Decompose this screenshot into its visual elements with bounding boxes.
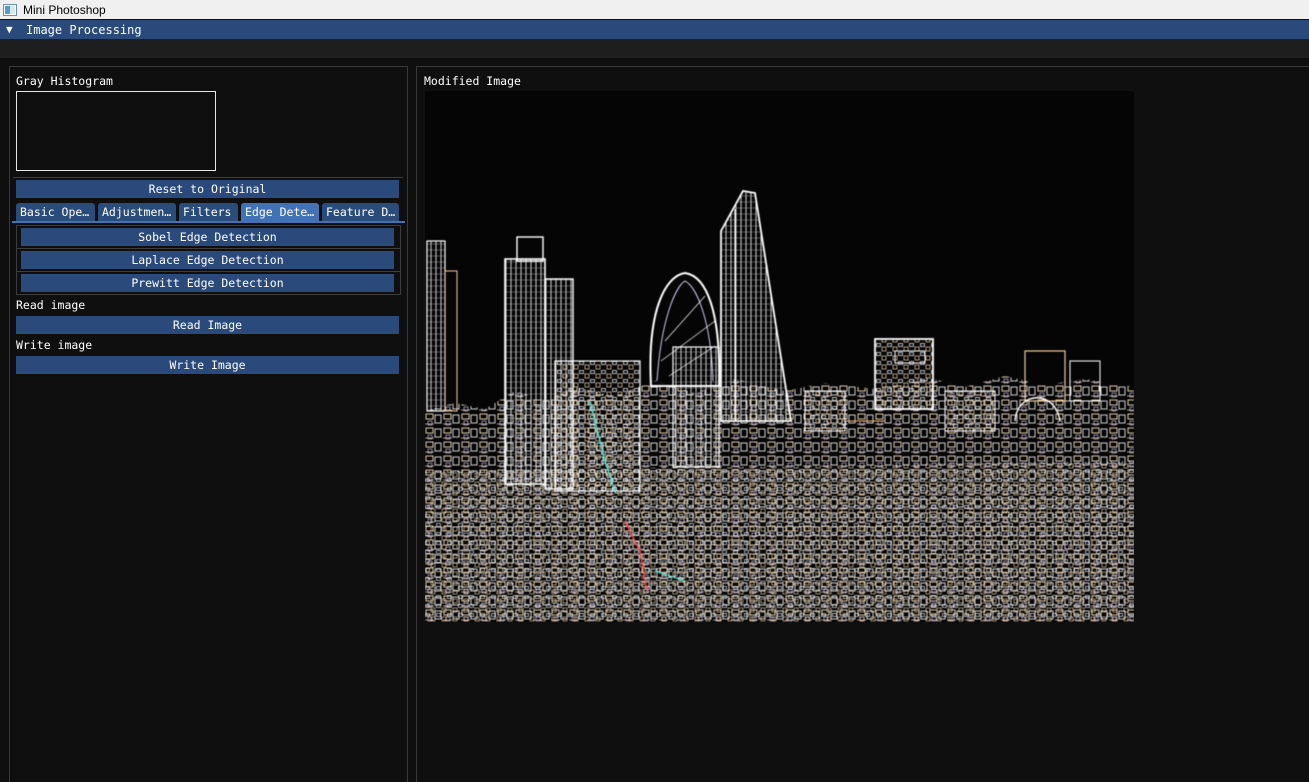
reset-to-original-button[interactable]: Reset to Original xyxy=(16,180,399,198)
laplace-edge-detection-button[interactable]: Laplace Edge Detection xyxy=(21,251,394,269)
controls-panel: Gray Histogram Reset to Original Basic O… xyxy=(9,66,408,782)
write-image-button[interactable]: Write Image xyxy=(16,356,399,374)
window-header[interactable]: ▼ Image Processing xyxy=(0,20,1309,39)
image-panel: Modified Image xyxy=(416,66,1309,782)
collapse-arrow-down-icon[interactable]: ▼ xyxy=(6,23,16,36)
row-separator xyxy=(17,248,400,249)
prewitt-edge-detection-button[interactable]: Prewitt Edge Detection xyxy=(21,274,394,292)
row-separator xyxy=(17,271,400,272)
edge-detection-tab-content: Sobel Edge Detection Laplace Edge Detect… xyxy=(16,225,401,295)
gray-histogram xyxy=(16,91,216,171)
window-title: Image Processing xyxy=(26,22,142,37)
os-title-bar: Mini Photoshop xyxy=(0,0,1309,19)
app-window-icon xyxy=(3,3,17,16)
modified-image xyxy=(425,91,1134,622)
read-image-label: Read image xyxy=(16,298,86,312)
menu-strip xyxy=(0,39,1309,58)
histogram-label: Gray Histogram xyxy=(16,74,113,88)
tab-adjustments[interactable]: Adjustmen… xyxy=(98,203,176,221)
tab-label: Edge Dete… xyxy=(245,205,315,219)
edge-detected-skyline xyxy=(425,91,1134,622)
tab-feature-detection[interactable]: Feature D… xyxy=(322,203,399,221)
separator xyxy=(13,177,403,178)
os-window-title: Mini Photoshop xyxy=(23,2,106,17)
read-image-button[interactable]: Read Image xyxy=(16,316,399,334)
tab-edge-detection[interactable]: Edge Dete… xyxy=(241,203,319,221)
sobel-edge-detection-button[interactable]: Sobel Edge Detection xyxy=(21,228,394,246)
tab-basic-operations[interactable]: Basic Ope… xyxy=(16,203,95,221)
tab-label: Adjustmen… xyxy=(102,205,172,219)
tab-label: Filters xyxy=(183,205,232,219)
write-image-label: Write image xyxy=(16,338,93,352)
tab-filters[interactable]: Filters xyxy=(179,203,238,221)
tab-label: Basic Ope… xyxy=(20,205,90,219)
tab-underline xyxy=(12,221,405,223)
tab-label: Feature D… xyxy=(326,205,396,219)
modified-image-title: Modified Image xyxy=(424,74,521,88)
